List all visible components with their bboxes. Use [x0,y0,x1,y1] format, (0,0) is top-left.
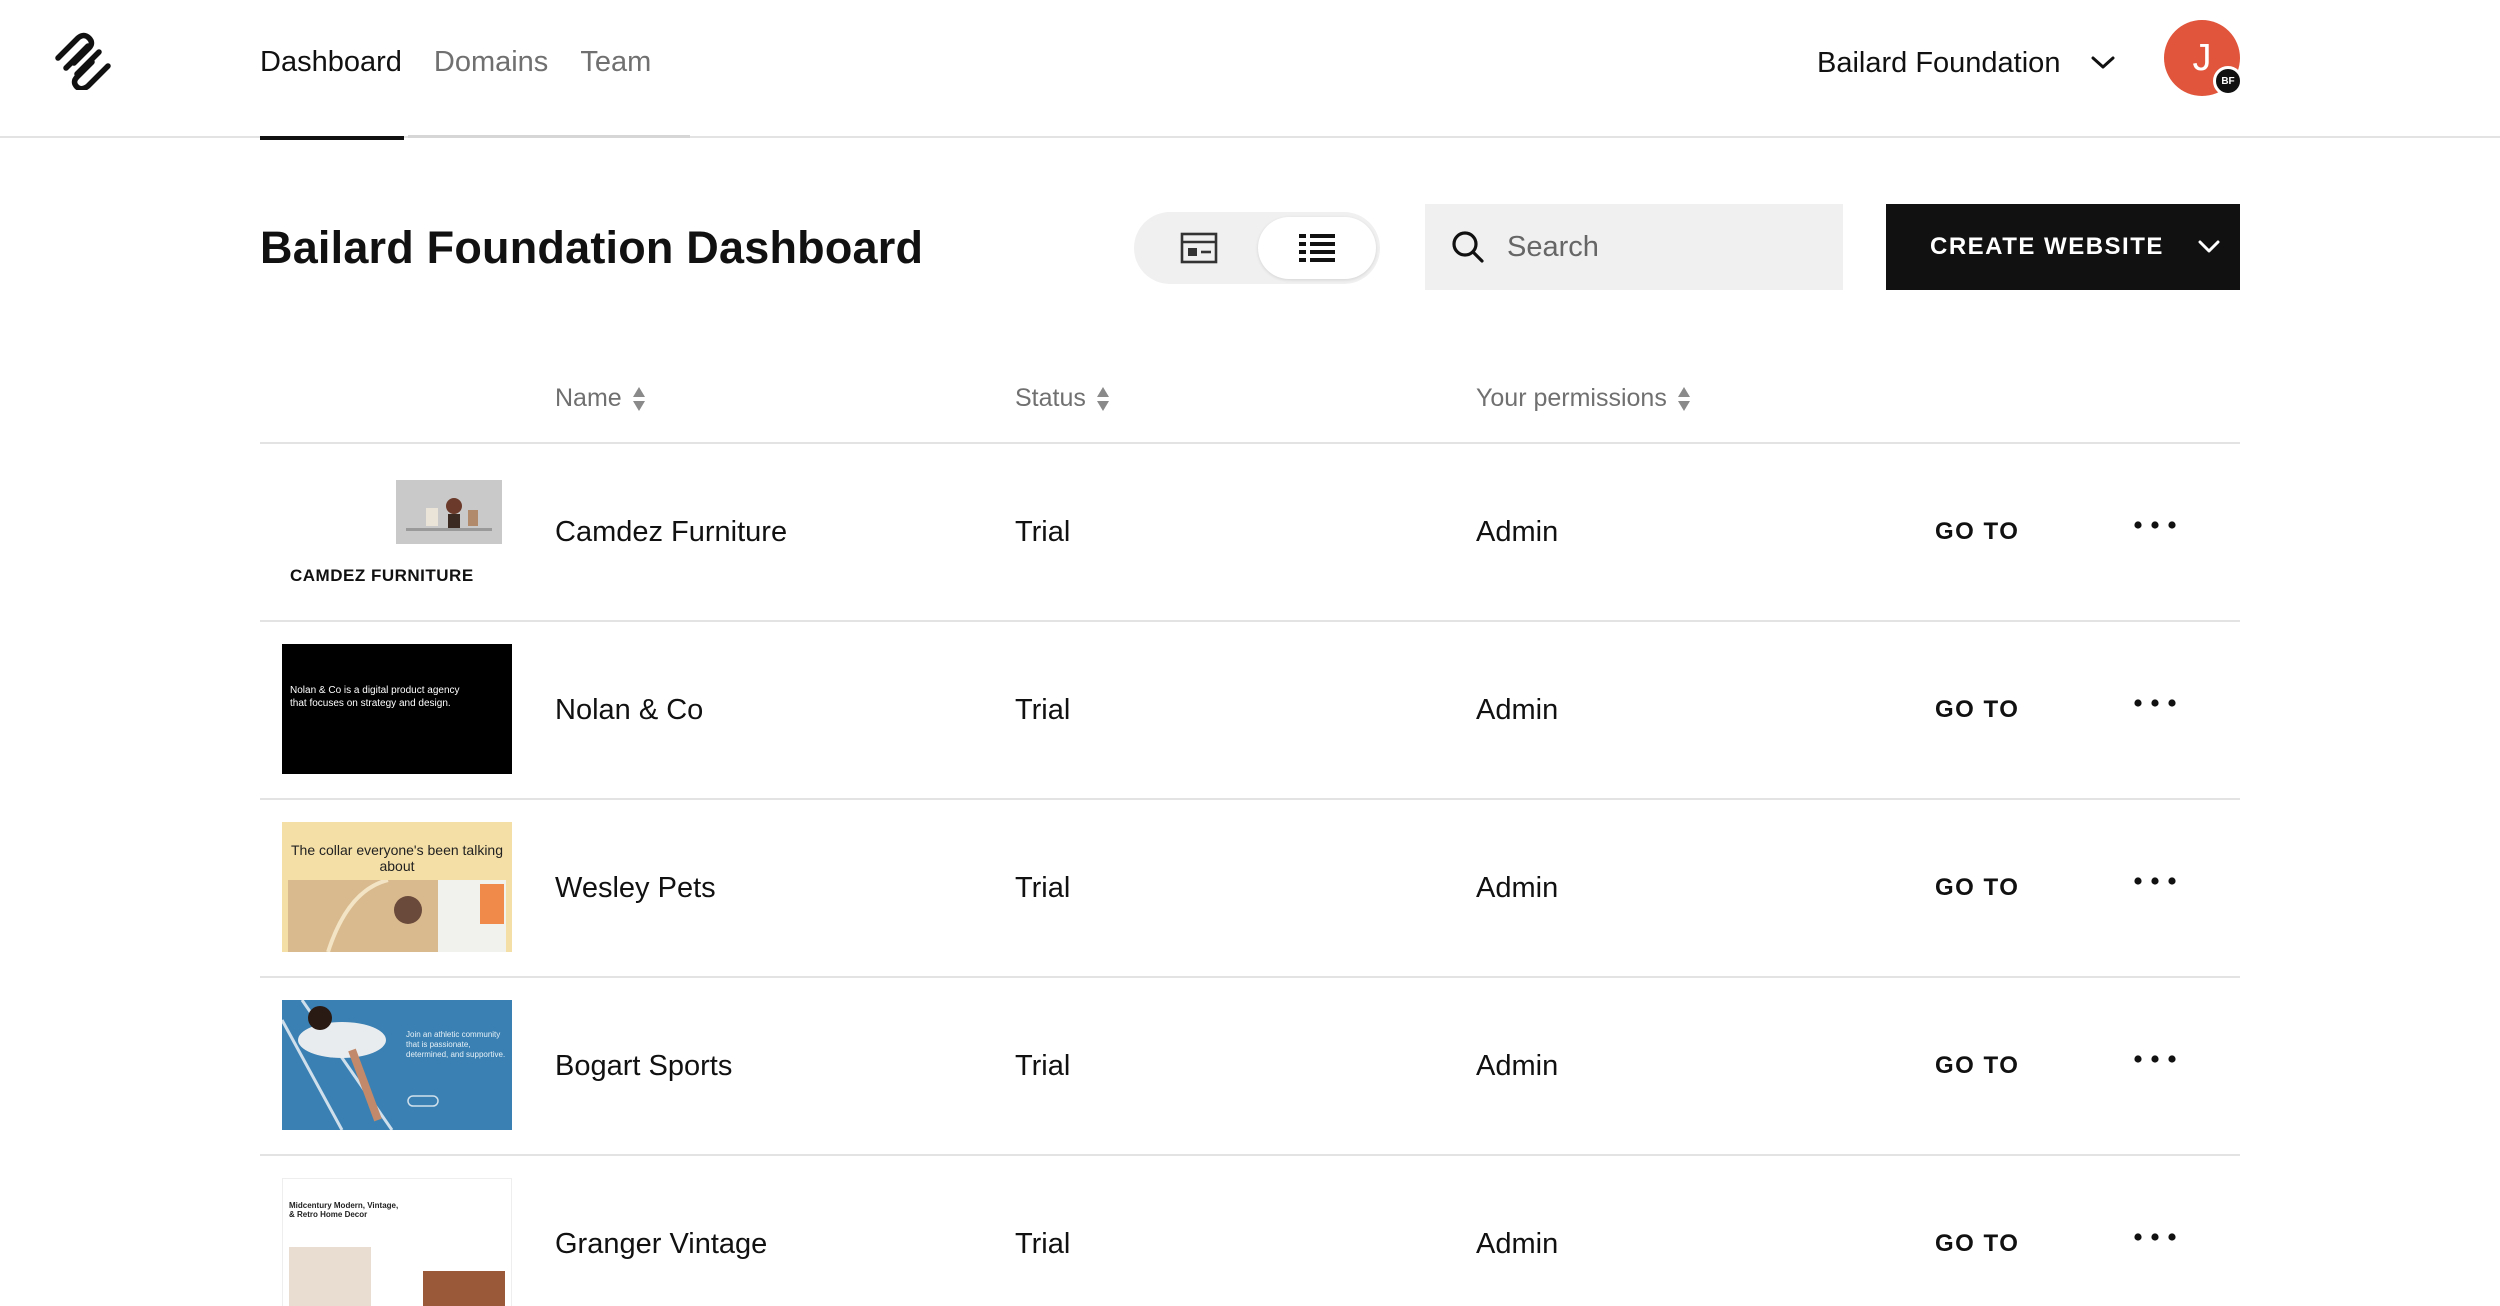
websites-table: Name Status Your permissions CAMDEZ FURN… [260,366,2240,1306]
table-row[interactable]: Midcentury Modern, Vintage, & Retro Home… [260,1156,2240,1306]
grid-view-button[interactable] [1140,217,1258,279]
site-status: Trial [1015,872,1071,904]
thumbnail-text: The collar everyone's been talking about [290,842,504,874]
go-to-button[interactable]: GO TO [1935,978,2019,1154]
site-name[interactable]: Granger Vintage [555,1156,767,1306]
site-permissions: Admin [1476,516,1559,548]
dog-illustration [288,878,506,952]
sort-icon [1677,386,1690,411]
table-row[interactable]: The collar everyone's been talking about… [260,800,2240,978]
grid-view-icon [1180,232,1218,264]
thumbnail-text: Midcentury Modern, Vintage, & Retro Home… [289,1201,399,1219]
site-thumbnail[interactable]: Join an athletic community that is passi… [282,1000,512,1130]
column-header-status-label: Status [1015,384,1086,412]
column-header-status[interactable]: Status [1015,384,1110,413]
more-options-button[interactable] [2130,1222,2180,1252]
view-toggle [1134,212,1380,284]
more-options-button[interactable] [2130,866,2180,896]
thumbnail-headline: CAMDEZ FURNITURE [290,566,474,585]
table-row[interactable]: CAMDEZ FURNITURE Camdez Furniture Trial … [260,444,2240,622]
table-row[interactable]: Nolan & Co is a digital product agency t… [260,622,2240,800]
go-to-button[interactable]: GO TO [1935,800,2019,976]
squarespace-logo-icon[interactable] [52,30,114,90]
tab-team[interactable]: Team [580,0,651,138]
avatar-initial: J [2192,36,2212,79]
site-name[interactable]: Bogart Sports [555,978,732,1154]
sort-icon [632,386,645,411]
site-permissions: Admin [1476,1228,1559,1260]
site-name[interactable]: Camdez Furniture [555,444,787,620]
search-box[interactable] [1425,204,1843,290]
list-view-icon [1299,234,1335,262]
more-horizontal-icon [2134,699,2176,707]
site-permissions: Admin [1476,872,1559,904]
list-view-button[interactable] [1258,217,1376,279]
search-icon [1452,231,1484,263]
go-to-button[interactable]: GO TO [1935,622,2019,798]
more-options-button[interactable] [2130,688,2180,718]
column-header-name[interactable]: Name [555,384,646,413]
thumbnail-text: Join an athletic community that is passi… [406,1030,506,1059]
site-name[interactable]: Nolan & Co [555,622,703,798]
site-thumbnail[interactable]: CAMDEZ FURNITURE [282,466,512,596]
create-website-button[interactable]: CREATE WEBSITE [1886,204,2240,290]
top-navigation-bar: Dashboard Domains Team Bailard Foundatio… [0,0,2500,140]
site-name[interactable]: Wesley Pets [555,800,716,976]
thumbnail-photo [396,480,502,544]
organization-badge: BF [2213,66,2243,96]
organization-badge-text: BF [2221,75,2235,87]
tab-domains[interactable]: Domains [434,0,548,138]
site-permissions: Admin [1476,694,1559,726]
table-header: Name Status Your permissions [260,366,2240,444]
thumbnail-photo [289,1247,371,1306]
create-website-label: CREATE WEBSITE [1930,233,2164,260]
site-status: Trial [1015,694,1071,726]
tab-dashboard[interactable]: Dashboard [260,0,404,140]
organization-switcher[interactable]: Bailard Foundation [1817,40,2116,86]
more-options-button[interactable] [2130,510,2180,540]
page-title: Bailard Foundation Dashboard [260,222,924,273]
chair-illustration [396,480,502,544]
column-header-permissions[interactable]: Your permissions [1476,384,1691,413]
table-row[interactable]: Join an athletic community that is passi… [260,978,2240,1156]
chevron-down-icon [2198,240,2220,253]
search-input[interactable] [1507,230,1807,264]
more-options-button[interactable] [2130,1044,2180,1074]
thumbnail-photo [423,1271,505,1306]
go-to-button[interactable]: GO TO [1935,444,2019,620]
site-thumbnail[interactable]: Nolan & Co is a digital product agency t… [282,644,512,774]
thumbnail-photo [288,878,506,952]
go-to-button[interactable]: GO TO [1935,1156,2019,1306]
athlete-illustration [282,1000,512,1130]
site-status: Trial [1015,516,1071,548]
site-status: Trial [1015,1050,1071,1082]
site-thumbnail[interactable]: Midcentury Modern, Vintage, & Retro Home… [282,1178,512,1306]
primary-nav-tabs: Dashboard Domains Team [260,0,683,140]
more-horizontal-icon [2134,521,2176,529]
thumbnail-text: Nolan & Co is a digital product agency t… [290,685,460,709]
site-permissions: Admin [1476,1050,1559,1082]
site-thumbnail[interactable]: The collar everyone's been talking about [282,822,512,952]
site-status: Trial [1015,1228,1071,1260]
sort-icon [1096,386,1109,411]
more-horizontal-icon [2134,1233,2176,1241]
more-horizontal-icon [2134,877,2176,885]
tab-bar-divider [408,135,690,138]
more-horizontal-icon [2134,1055,2176,1063]
chevron-down-icon [2091,56,2115,69]
organization-name: Bailard Foundation [1817,46,2061,79]
column-header-permissions-label: Your permissions [1476,384,1667,412]
column-header-name-label: Name [555,384,622,412]
